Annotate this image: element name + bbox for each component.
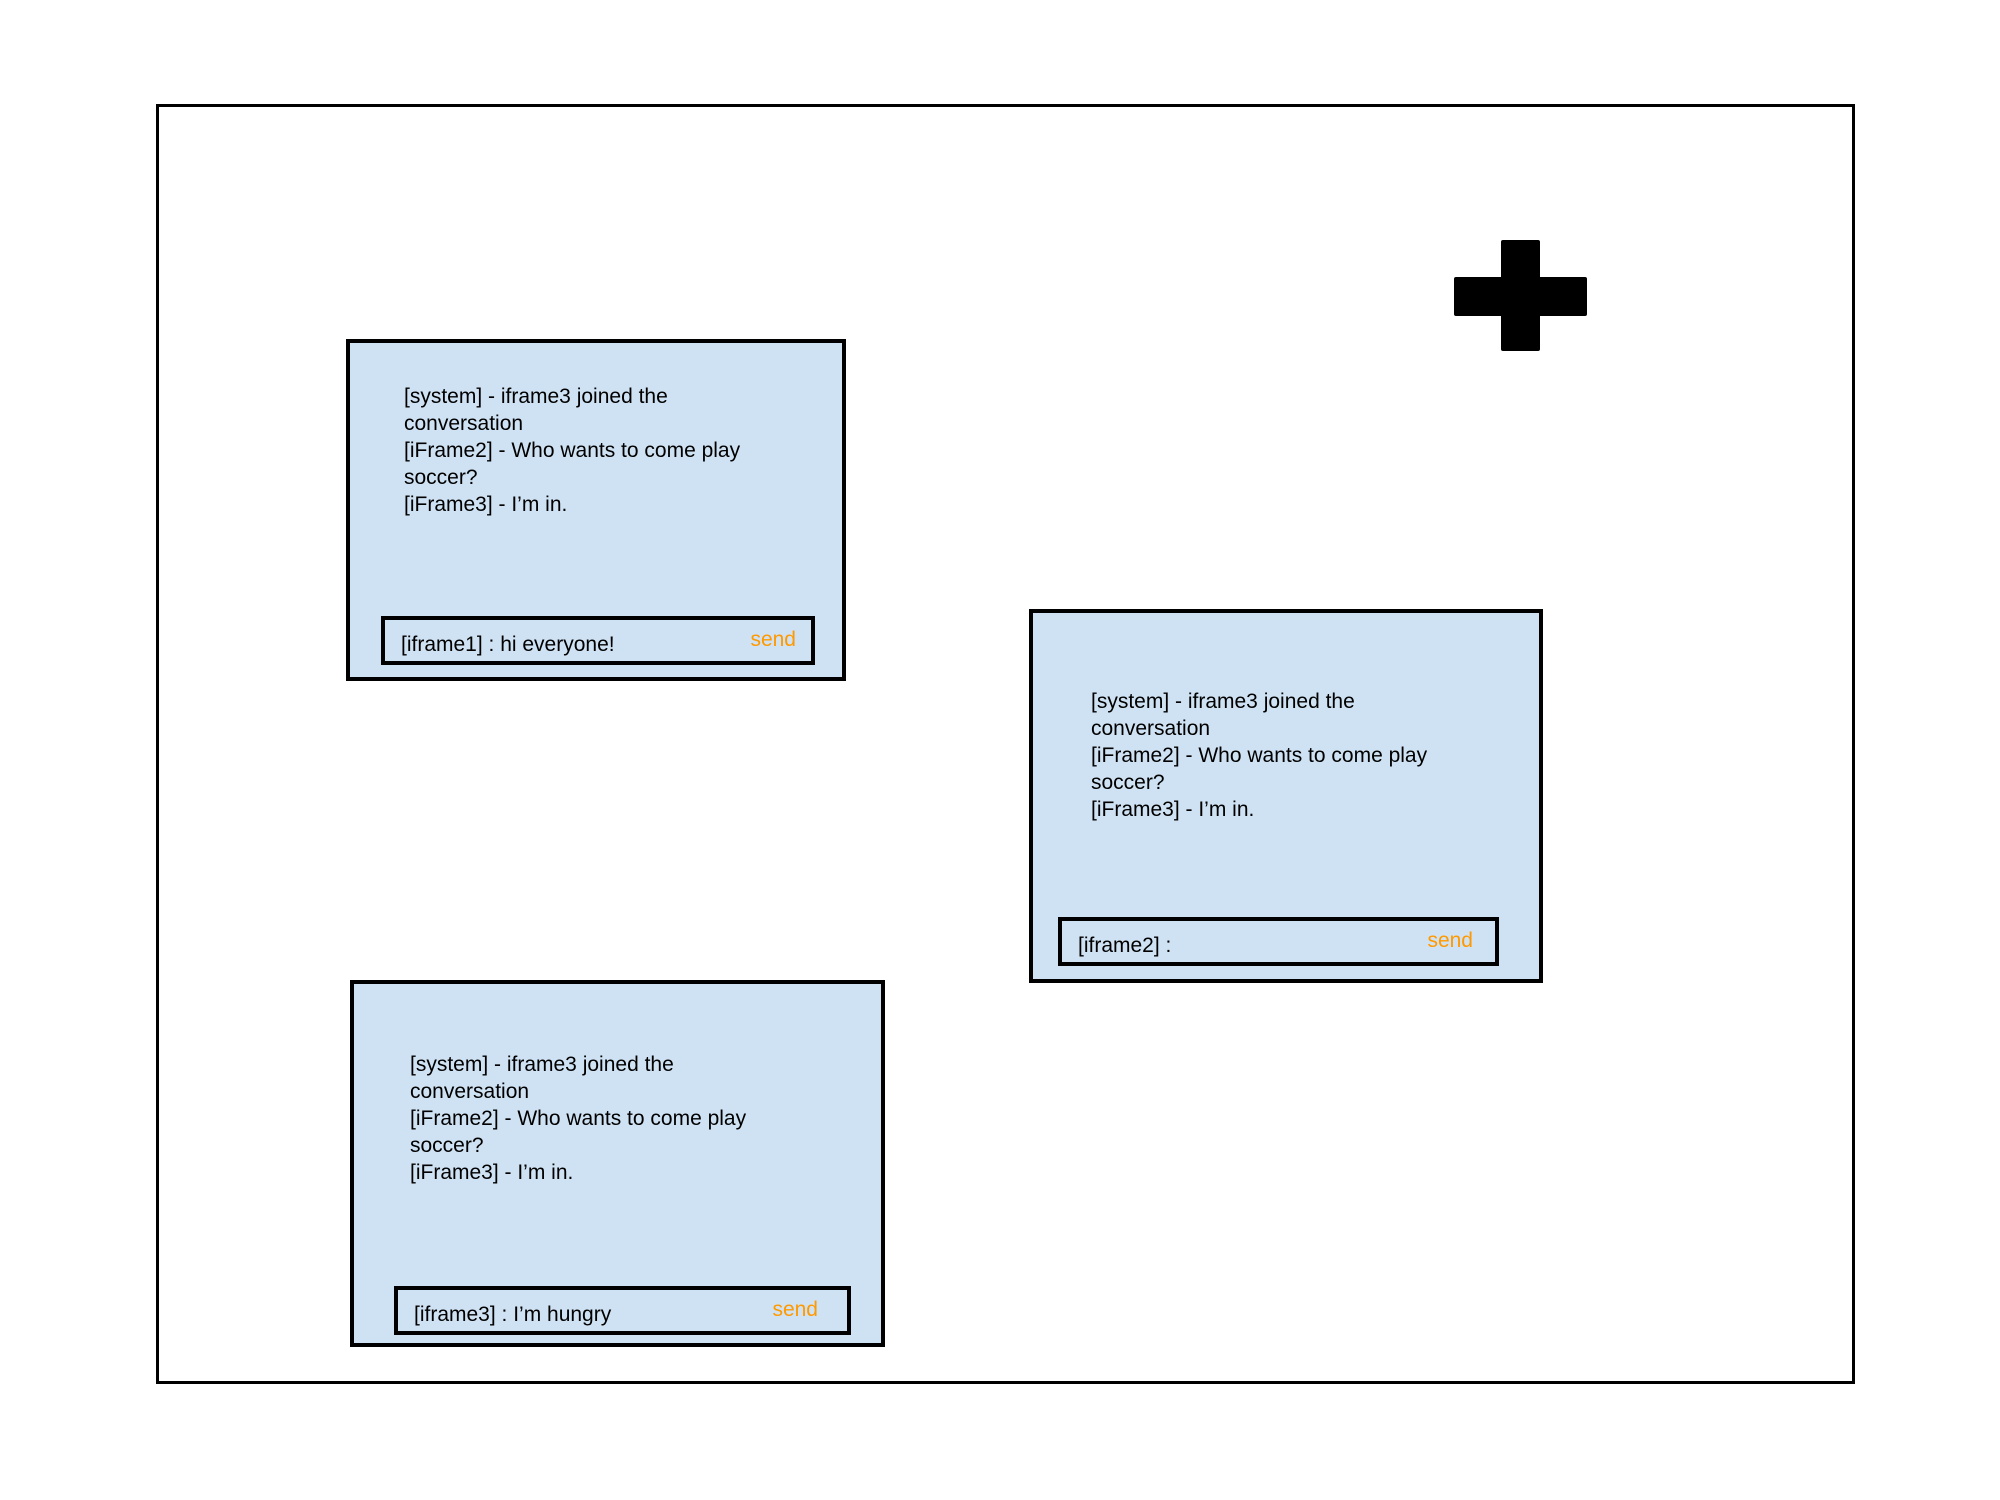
send-button[interactable]: send (1427, 929, 1473, 953)
chat-window-iframe1: [system] - iframe3 joined the conversati… (346, 339, 846, 681)
chat-message: [iFrame2] - Who wants to come play (410, 1107, 747, 1130)
chat-message: [iFrame3] - I’m in. (410, 1161, 574, 1184)
chat-message: [system] - iframe3 joined the (404, 385, 668, 408)
plus-icon[interactable] (1454, 240, 1587, 351)
send-button[interactable]: send (750, 628, 796, 652)
chat-window-iframe2: [system] - iframe3 joined the conversati… (1029, 609, 1543, 983)
chat-message: [iFrame2] - Who wants to come play (404, 439, 741, 462)
chat-message: [system] - iframe3 joined the (1091, 690, 1355, 713)
chat-message: [iFrame3] - I’m in. (404, 493, 568, 516)
chat-message: [iFrame2] - Who wants to come play (1091, 744, 1428, 767)
chat-message: conversation (410, 1080, 530, 1103)
plus-icon-horizontal-bar (1454, 277, 1587, 316)
message-input-text: [iframe3] : I’m hungry (414, 1303, 612, 1326)
chat-log: [system] - iframe3 joined the conversati… (404, 383, 804, 518)
chat-message: soccer? (1091, 771, 1165, 794)
message-input[interactable]: [iframe1] : hi everyone! send (381, 616, 815, 665)
chat-message: soccer? (410, 1134, 484, 1157)
send-button[interactable]: send (772, 1298, 818, 1322)
chat-log: [system] - iframe3 joined the conversati… (1091, 688, 1491, 823)
message-input-text: [iframe1] : hi everyone! (401, 633, 615, 656)
message-input-text: [iframe2] : (1078, 934, 1172, 957)
chat-message: conversation (404, 412, 524, 435)
chat-window-iframe3: [system] - iframe3 joined the conversati… (350, 980, 885, 1347)
chat-message: soccer? (404, 466, 478, 489)
message-input[interactable]: [iframe2] : send (1058, 917, 1499, 966)
message-input[interactable]: [iframe3] : I’m hungry send (394, 1286, 851, 1335)
chat-log: [system] - iframe3 joined the conversati… (410, 1051, 810, 1186)
chat-message: [system] - iframe3 joined the (410, 1053, 674, 1076)
page: [system] - iframe3 joined the conversati… (0, 0, 2000, 1500)
chat-message: conversation (1091, 717, 1211, 740)
chat-message: [iFrame3] - I’m in. (1091, 798, 1255, 821)
